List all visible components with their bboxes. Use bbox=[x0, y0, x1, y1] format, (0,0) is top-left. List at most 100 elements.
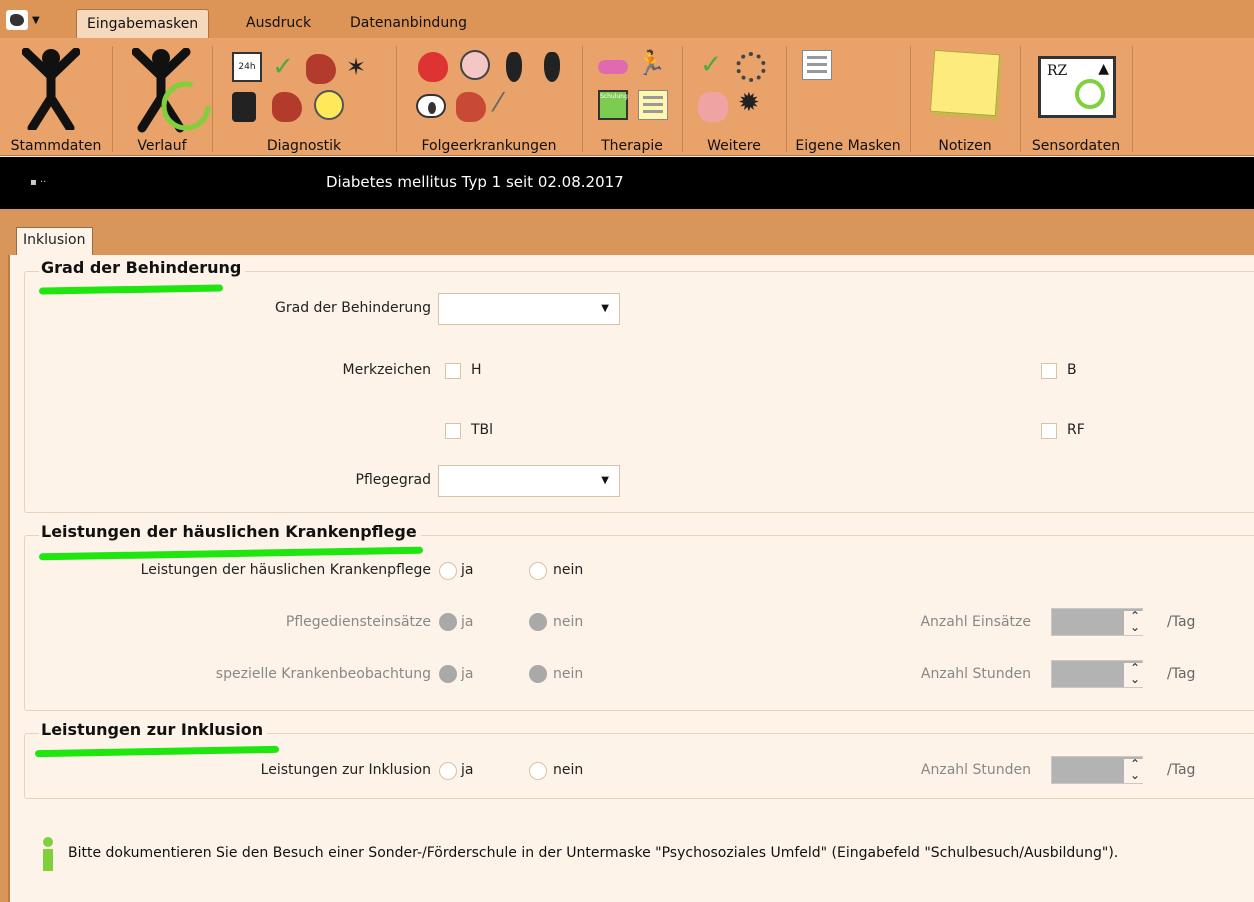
check-icon: ✓ bbox=[272, 52, 294, 82]
caret-down-icon: ▼ bbox=[32, 14, 40, 26]
group-label-eigene-masken: Eigene Masken bbox=[795, 138, 901, 154]
kranken-radio-ja[interactable] bbox=[439, 562, 457, 580]
cycle-icon bbox=[736, 52, 766, 82]
beobachtung-radio-nein-label: nein bbox=[553, 666, 584, 682]
tab-datenanbindung[interactable]: Datenanbindung bbox=[340, 9, 477, 38]
person-icon bbox=[22, 48, 80, 130]
info-icon bbox=[42, 837, 54, 871]
brain-icon bbox=[460, 50, 490, 80]
inklusion-radio-ja[interactable] bbox=[439, 762, 457, 780]
checkbox-b-label: B bbox=[1067, 362, 1077, 378]
section-inklusion: Leistungen zur Inklusion Leistungen zur … bbox=[24, 720, 1254, 799]
chevron-down-icon: ▼ bbox=[601, 475, 609, 486]
sport-icon: 🏃 bbox=[636, 49, 666, 77]
patient-info-bar: ▪ ·· Diabetes mellitus Typ 1 seit 02.08.… bbox=[0, 157, 1254, 209]
24h-monitor-icon: 24h bbox=[232, 52, 262, 82]
inklusion-stunden-spinner[interactable]: ⌃ ⌄ bbox=[1051, 756, 1146, 784]
lungs-icon bbox=[698, 92, 728, 122]
device-icon bbox=[232, 92, 256, 122]
grad-select[interactable]: ▼ bbox=[438, 293, 620, 325]
inklusion-question-label: Leistungen zur Inklusion bbox=[260, 762, 431, 778]
inklusion-radio-nein-label: nein bbox=[553, 762, 584, 778]
anzahl-stunden-label: Anzahl Stunden bbox=[920, 666, 1031, 682]
group-notizen[interactable]: Notizen bbox=[910, 38, 1020, 156]
highlight-underline bbox=[38, 284, 224, 295]
checkbox-tbl-label: TBl bbox=[471, 422, 494, 438]
inklusion-radio-ja-label: ja bbox=[461, 762, 474, 778]
tab-ausdruck[interactable]: Ausdruck bbox=[236, 9, 321, 38]
plan-icon bbox=[638, 90, 668, 120]
section-haeusliche-krankenpflege: Leistungen der häuslichen Krankenpflege … bbox=[24, 522, 1254, 711]
unit-label: /Tag bbox=[1167, 666, 1196, 682]
form-icon bbox=[802, 50, 832, 80]
tab-inklusion[interactable]: Inklusion bbox=[16, 227, 93, 256]
beobachtung-radio-ja-label: ja bbox=[461, 666, 474, 682]
sticky-note-icon bbox=[929, 49, 1001, 117]
highlight-underline bbox=[34, 745, 280, 758]
unit-label: /Tag bbox=[1167, 762, 1196, 778]
group-stammdaten[interactable]: Stammdaten bbox=[0, 38, 112, 156]
section-grad-der-behinderung: Grad der Behinderung Grad der Behinderun… bbox=[24, 258, 1254, 513]
organ-icon bbox=[272, 92, 302, 122]
pflegegrad-select[interactable]: ▼ bbox=[438, 465, 620, 497]
group-folgeerkrankungen[interactable]: ⁄ Folgeerkrankungen bbox=[396, 38, 582, 156]
group-therapie[interactable]: 🏃 Schulung Therapie bbox=[582, 38, 682, 156]
kranken-radio-nein-label: nein bbox=[553, 562, 584, 578]
group-verlauf[interactable]: Verlauf bbox=[112, 38, 212, 156]
heart-icon bbox=[418, 52, 448, 82]
inklusion-panel: Grad der Behinderung Grad der Behinderun… bbox=[8, 255, 1254, 902]
ribbon: Stammdaten Verlauf 24h ✓ ✶ Diagnostik ⁄ … bbox=[0, 38, 1254, 156]
medication-icon bbox=[598, 60, 628, 74]
kidney-icon bbox=[456, 92, 486, 122]
diagnosis-text: Diabetes mellitus Typ 1 seit 02.08.2017 bbox=[326, 173, 624, 191]
pflegegrad-label: Pflegegrad bbox=[355, 472, 431, 488]
pflegedienst-radio-nein-label: nein bbox=[553, 614, 584, 630]
group-label-diagnostik: Diagnostik bbox=[266, 138, 342, 154]
checkbox-rf[interactable] bbox=[1041, 423, 1057, 439]
pflegedienst-radio-ja[interactable] bbox=[439, 613, 457, 631]
work-area: Inklusion Grad der Behinderung Grad der … bbox=[0, 209, 1254, 902]
spinner-arrows-icon[interactable]: ⌃ ⌄ bbox=[1124, 758, 1146, 783]
smiley-icon bbox=[314, 90, 344, 120]
group-label-stammdaten: Stammdaten bbox=[10, 138, 102, 154]
app-menu-button[interactable]: ▼ bbox=[6, 8, 52, 32]
group-label-notizen: Notizen bbox=[938, 138, 992, 154]
group-label-folgeerkrankungen: Folgeerkrankungen bbox=[421, 138, 557, 154]
ribbon-tab-bar: ▼ Eingabemasken Ausdruck Datenanbindung bbox=[0, 0, 1254, 38]
section-title-grad: Grad der Behinderung bbox=[39, 258, 246, 277]
anzahl-einsaetze-spinner[interactable]: ⌃ ⌄ bbox=[1051, 608, 1146, 636]
checkbox-b[interactable] bbox=[1041, 363, 1057, 379]
eye-icon bbox=[416, 94, 446, 118]
anzahl-einsaetze-label: Anzahl Einsätze bbox=[920, 614, 1031, 630]
group-sensordaten[interactable]: RZ ▲ Sensordaten bbox=[1020, 38, 1132, 156]
kranken-radio-nein[interactable] bbox=[529, 562, 547, 580]
checkbox-tbl[interactable] bbox=[445, 423, 461, 439]
checkbox-h-label: H bbox=[471, 362, 482, 378]
group-label-weitere: Weitere bbox=[707, 138, 761, 154]
pflegedienst-radio-ja-label: ja bbox=[461, 614, 474, 630]
checkbox-h[interactable] bbox=[445, 363, 461, 379]
group-diagnostik[interactable]: 24h ✓ ✶ Diagnostik bbox=[212, 38, 396, 156]
check-blood-icon: ✓ bbox=[700, 50, 722, 80]
sensor-monitor-icon: RZ ▲ bbox=[1038, 56, 1116, 118]
checkbox-rf-label: RF bbox=[1067, 422, 1085, 438]
foot-icon bbox=[544, 52, 560, 82]
group-eigene-masken[interactable]: Eigene Masken bbox=[786, 38, 910, 156]
spinner-arrows-icon[interactable]: ⌃ ⌄ bbox=[1124, 610, 1146, 635]
beobachtung-radio-ja[interactable] bbox=[439, 665, 457, 683]
unit-label: /Tag bbox=[1167, 614, 1196, 630]
kranken-question-label: Leistungen der häuslichen Krankenpflege bbox=[140, 562, 431, 578]
anzahl-stunden-spinner[interactable]: ⌃ ⌄ bbox=[1051, 660, 1146, 688]
inklusion-stunden-label: Anzahl Stunden bbox=[920, 762, 1031, 778]
person-history-icon bbox=[132, 48, 211, 133]
beobachtung-radio-nein[interactable] bbox=[529, 665, 547, 683]
pflegedienst-radio-nein[interactable] bbox=[529, 613, 547, 631]
tab-eingabemasken[interactable]: Eingabemasken bbox=[76, 9, 210, 38]
inklusion-radio-nein[interactable] bbox=[529, 762, 547, 780]
app-logo-icon bbox=[6, 10, 28, 30]
group-weitere[interactable]: ✓ ✹ Weitere bbox=[682, 38, 786, 156]
liver-icon bbox=[306, 54, 336, 84]
spinner-arrows-icon[interactable]: ⌃ ⌄ bbox=[1124, 662, 1146, 687]
krankenbeobachtung-label: spezielle Krankenbeobachtung bbox=[215, 666, 431, 682]
grad-label: Grad der Behinderung bbox=[275, 300, 431, 316]
